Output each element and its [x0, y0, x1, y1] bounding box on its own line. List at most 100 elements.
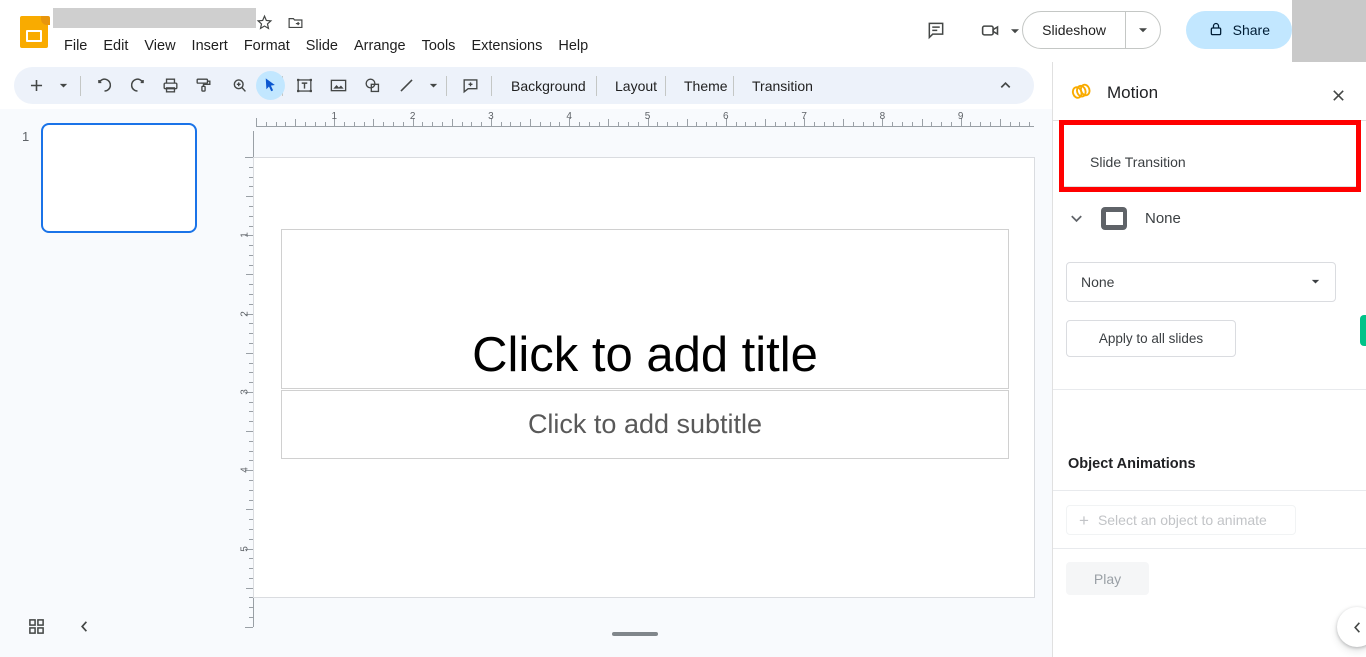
ruler-tick [764, 119, 766, 126]
slides-app-window: File Edit View Insert Format Slide Arran… [0, 0, 1366, 657]
text-box-icon[interactable] [290, 71, 319, 100]
ruler-number: 7 [801, 111, 807, 122]
comment-icon[interactable] [456, 71, 485, 100]
slideshow-button-group: Slideshow [1022, 11, 1161, 49]
motion-panel-title: Motion [1107, 83, 1159, 102]
ruler-tick [735, 122, 737, 126]
grid-view-icon[interactable] [21, 611, 51, 641]
toolbar: Background Layout Theme Transition [14, 67, 1034, 104]
ruler-tick [393, 122, 395, 126]
zoom-icon[interactable] [225, 71, 254, 100]
menu-format[interactable]: Format [236, 34, 298, 58]
new-slide-icon[interactable] [22, 71, 51, 100]
ruler-tick [813, 122, 815, 126]
undo-icon[interactable] [90, 71, 119, 100]
menu-file[interactable]: File [56, 34, 95, 58]
ruler-tick [510, 122, 512, 126]
ruler-tick [559, 122, 561, 126]
move-to-folder-icon[interactable] [285, 12, 305, 32]
layout-button[interactable]: Layout [609, 75, 663, 97]
ruler-tick [637, 122, 639, 126]
collapse-filmstrip-chevron-left-icon[interactable] [69, 611, 99, 641]
toolbar-divider [733, 76, 734, 96]
line-chevron-down-icon[interactable] [426, 78, 440, 92]
share-button[interactable]: Share [1185, 11, 1292, 49]
slideshow-chevron-down-icon[interactable] [1126, 12, 1160, 48]
ruler-tick [696, 122, 698, 126]
ruler-tick [363, 122, 365, 126]
ruler-tick [461, 122, 463, 126]
subtitle-placeholder[interactable]: Click to add subtitle [281, 390, 1009, 459]
ruler-number: 4 [239, 467, 251, 473]
current-transition-row[interactable]: None [1053, 196, 1366, 240]
expand-chevron-down-icon[interactable] [1063, 205, 1089, 231]
ruler-tick [249, 607, 253, 609]
title-placeholder[interactable]: Click to add title [281, 229, 1009, 389]
document-title[interactable] [53, 8, 256, 28]
menu-extensions[interactable]: Extensions [463, 34, 550, 58]
redo-icon[interactable] [123, 71, 152, 100]
notes-resize-handle[interactable] [612, 632, 658, 636]
menu-help[interactable]: Help [550, 34, 596, 58]
menu-view[interactable]: View [136, 34, 183, 58]
menu-arrange[interactable]: Arrange [346, 34, 414, 58]
ruler-tick [784, 122, 786, 126]
select-tool-icon[interactable] [256, 71, 285, 100]
ruler-tick [245, 157, 253, 158]
apply-to-all-slides-button[interactable]: Apply to all slides [1066, 320, 1236, 357]
star-icon[interactable] [254, 12, 274, 32]
close-icon[interactable] [1325, 82, 1351, 108]
transition-button[interactable]: Transition [746, 75, 819, 97]
side-tab[interactable] [1360, 315, 1366, 346]
menu-slide[interactable]: Slide [298, 34, 346, 58]
print-icon[interactable] [156, 71, 185, 100]
shape-icon[interactable] [358, 71, 387, 100]
ruler-tick [608, 119, 610, 126]
ruler-tick [549, 122, 551, 126]
collapse-toolbar-chevron-up-icon[interactable] [991, 71, 1020, 100]
slide-transition-highlight: Slide Transition [1059, 120, 1361, 192]
transition-type-select[interactable]: None [1066, 262, 1336, 302]
ruler-tick [451, 119, 453, 126]
menu-edit[interactable]: Edit [95, 34, 136, 58]
ruler-tick [500, 122, 502, 126]
select-chevron-down-icon [1310, 274, 1321, 290]
insert-image-icon[interactable] [324, 71, 353, 100]
editor-area: 1 2 3 4 5 6 7 8 9 1 2 3 4 5 Click to add title Click… [236, 109, 1052, 657]
subtitle-placeholder-text: Click to add subtitle [527, 409, 763, 439]
ruler-tick [901, 122, 903, 126]
ruler-tick [246, 509, 253, 511]
ruler-tick [275, 122, 277, 126]
ruler-tick [745, 122, 747, 126]
ruler-number: 5 [644, 111, 651, 122]
ruler-tick [990, 122, 992, 126]
title-placeholder-text: Click to add title [472, 328, 818, 383]
play-button: Play [1066, 562, 1149, 595]
menu-tools[interactable]: Tools [414, 34, 464, 58]
meet-chevron-down-icon[interactable] [1009, 24, 1021, 36]
slide-transition-label: Slide Transition [1090, 154, 1186, 170]
ruler-tick [373, 119, 375, 126]
ruler-tick [950, 122, 952, 126]
slide-thumbnail-1[interactable] [41, 123, 197, 233]
background-button[interactable]: Background [505, 75, 592, 97]
paint-format-icon[interactable] [189, 71, 218, 100]
new-slide-chevron-down-icon[interactable] [56, 78, 70, 92]
ruler-tick [657, 122, 659, 126]
slide-canvas[interactable]: Click to add title Click to add subtitle [253, 157, 1035, 598]
ruler-tick [823, 122, 825, 126]
ruler-tick [970, 122, 972, 126]
theme-button[interactable]: Theme [678, 75, 734, 97]
slideshow-button[interactable]: Slideshow [1023, 12, 1125, 48]
horizontal-ruler[interactable]: 1 2 3 4 5 6 7 8 9 [236, 109, 1052, 131]
ruler-tick [862, 122, 864, 126]
menu-insert[interactable]: Insert [184, 34, 236, 58]
meet-camera-icon[interactable] [974, 14, 1006, 46]
share-label: Share [1232, 22, 1270, 38]
section-divider [1053, 490, 1366, 491]
avatar[interactable] [1292, 0, 1366, 62]
toolbar-container: Background Layout Theme Transition [0, 62, 1052, 109]
line-icon[interactable] [392, 71, 421, 100]
comment-history-icon[interactable] [920, 14, 952, 46]
ruler-tick [246, 274, 253, 276]
